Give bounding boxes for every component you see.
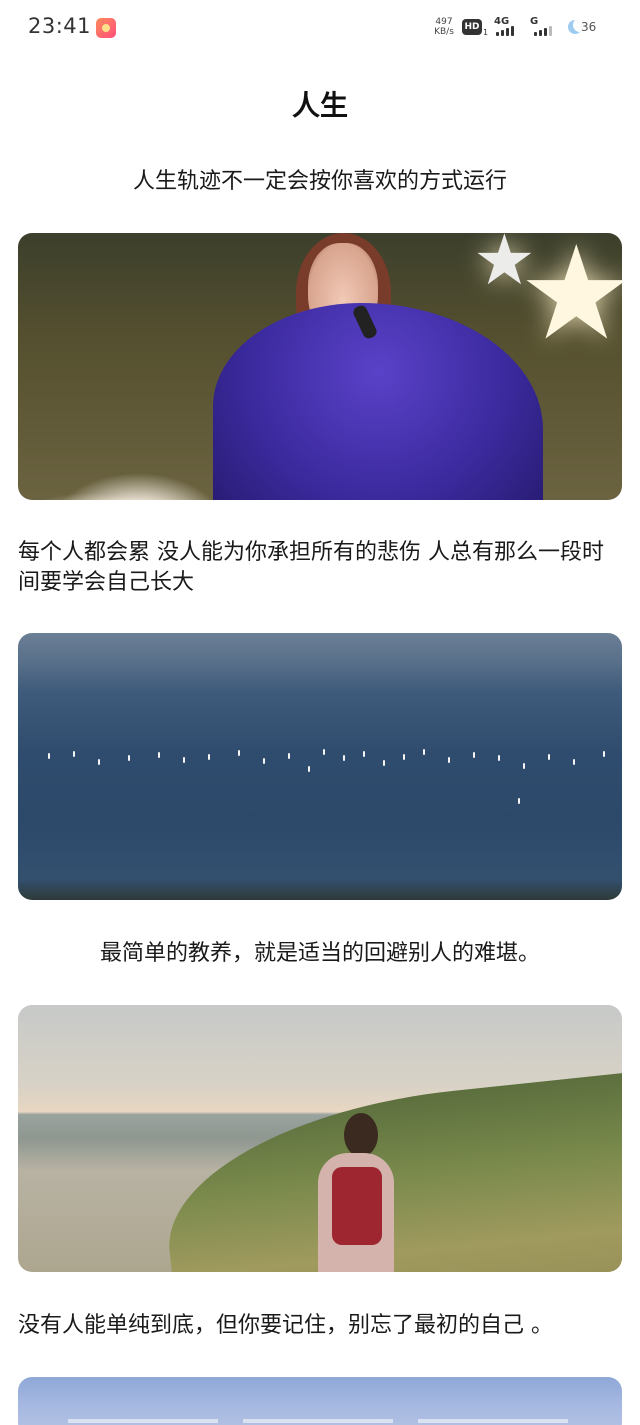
network-speed-unit: KB/s	[434, 27, 454, 37]
article-image-sea	[18, 633, 622, 900]
paragraph-1: 每个人都会累 没人能为你承担所有的悲伤 人总有那么一段时间要学会自己长大	[18, 540, 604, 595]
star-lamp-decoration: ★	[473, 233, 536, 301]
signal-strength-1-icon	[496, 24, 514, 36]
status-bar: 23:41 497 KB/s HD 1 4G G 36	[0, 0, 640, 56]
article-image-4	[18, 1377, 622, 1425]
signal-strength-2-icon	[534, 24, 552, 36]
status-time: 23:41	[28, 14, 92, 38]
battery-level: 36	[581, 20, 597, 34]
paragraph-2: 最简单的教养，就是适当的回避别人的难堪。	[99, 941, 540, 966]
hd-voice-icon: HD	[462, 19, 482, 35]
red-backpack	[332, 1167, 382, 1245]
subtitle-text: 人生轨迹不一定会按你喜欢的方式运行	[132, 169, 507, 194]
network-speed: 497 KB/s	[432, 17, 456, 37]
page-title: 人生	[291, 89, 348, 122]
paragraph-3: 没有人能单纯到底，但你要记住，别忘了最初的自己 。	[18, 1313, 553, 1338]
article-image-singer: ★ ★	[18, 233, 622, 500]
purple-dress	[213, 303, 543, 500]
battery-icon	[568, 20, 582, 34]
person-head	[344, 1113, 378, 1157]
hd-voice-sim: 1	[483, 28, 489, 37]
network-speed-value: 497	[435, 17, 453, 27]
article-image-dunes	[18, 1005, 622, 1272]
app-notification-icon	[96, 18, 116, 38]
